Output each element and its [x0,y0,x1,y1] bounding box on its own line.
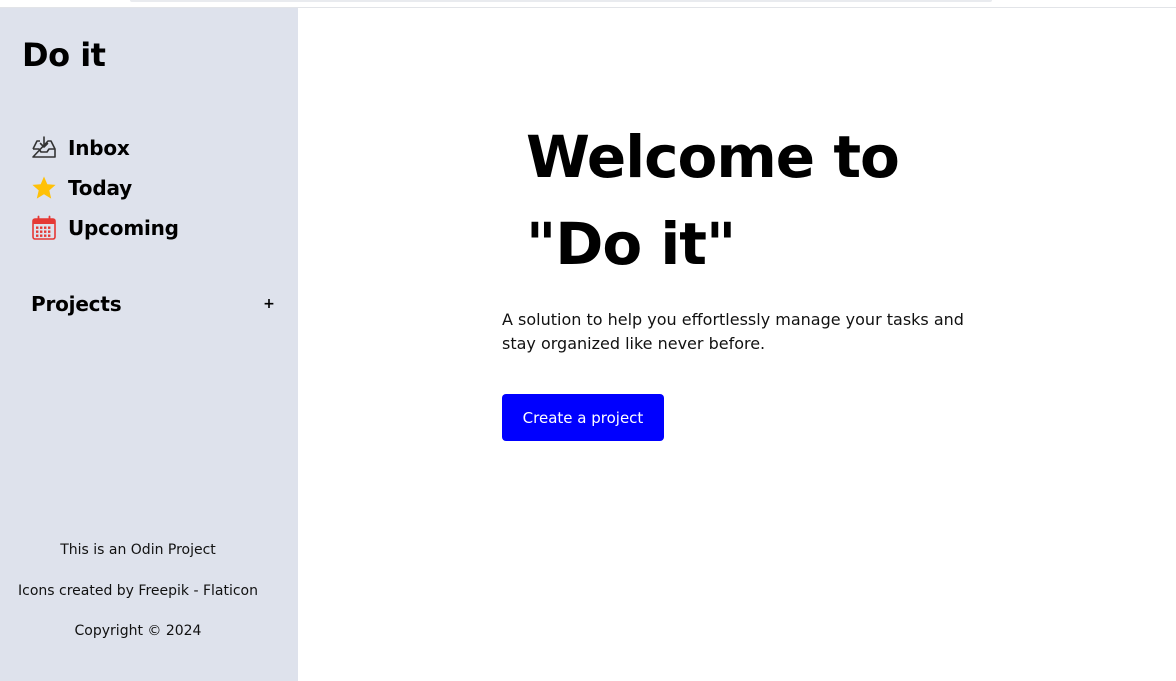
sidebar-item-inbox[interactable]: Inbox [31,128,271,168]
sidebar-item-today[interactable]: Today [31,168,271,208]
inbox-icon [31,135,57,161]
welcome-line-2: "Do it" [526,210,736,278]
main-content: Welcome to "Do it" A solution to help yo… [298,8,1176,681]
sidebar-footer: This is an Odin Project Icons created by… [0,540,276,662]
welcome-subtitle: A solution to help you effortlessly mana… [502,310,964,353]
add-project-button[interactable]: + [261,296,277,312]
sidebar-item-label: Today [68,176,132,200]
create-project-button[interactable]: Create a project [502,394,664,441]
calendar-icon [31,215,57,241]
address-bar-edge [130,0,992,2]
footer-icon-credit: Icons created by Freepik - Flaticon [18,582,258,599]
sidebar-item-label: Inbox [68,136,130,160]
welcome-heading: Welcome to "Do it" [526,114,946,288]
projects-title: Projects [31,292,122,316]
star-icon [31,175,57,201]
sidebar-item-label: Upcoming [68,216,179,240]
browser-top-strip [0,0,1176,8]
sidebar: Do it Inbox Today Upcoming Projects + Th… [0,8,298,681]
app-title: Do it [22,36,106,74]
footer-credit: This is an Odin Project [60,542,216,558]
welcome-line-1: Welcome to [526,123,900,191]
footer-copyright: Copyright © 2024 [74,623,202,639]
projects-header: Projects + [31,292,277,316]
sidebar-item-upcoming[interactable]: Upcoming [31,208,271,248]
sidebar-nav: Inbox Today Upcoming [31,128,271,248]
